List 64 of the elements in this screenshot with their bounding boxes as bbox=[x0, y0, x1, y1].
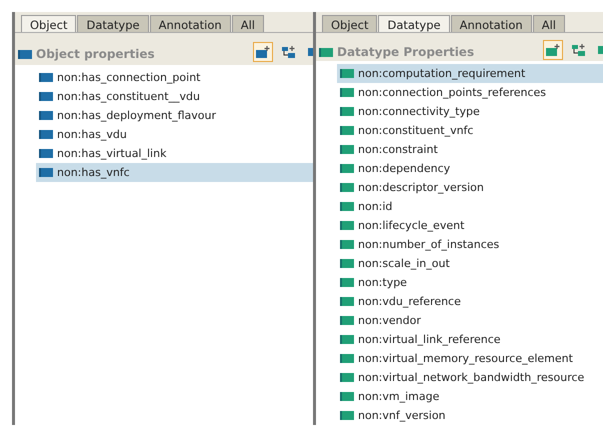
property-item[interactable]: non:virtual_network_bandwidth_resource bbox=[337, 368, 603, 387]
add-property-icon[interactable] bbox=[253, 42, 273, 62]
property-icon bbox=[18, 50, 32, 58]
property-icon bbox=[340, 354, 354, 363]
property-icon bbox=[39, 168, 53, 177]
property-item[interactable]: non:descriptor_version bbox=[337, 178, 603, 197]
tab[interactable]: Datatype bbox=[378, 15, 450, 32]
property-icon bbox=[340, 202, 354, 211]
property-item[interactable]: non:computation_requirement bbox=[337, 64, 603, 83]
property-item[interactable]: non:has_connection_point bbox=[36, 68, 313, 87]
property-icon bbox=[340, 69, 354, 78]
property-icon bbox=[340, 259, 354, 268]
tab[interactable]: Datatype bbox=[77, 15, 149, 32]
property-item[interactable]: non:type bbox=[337, 273, 603, 292]
property-item[interactable]: non:dependency bbox=[337, 159, 603, 178]
property-item[interactable]: non:has_deployment_flavour bbox=[36, 106, 313, 125]
property-item[interactable]: non:virtual_link_reference bbox=[337, 330, 603, 349]
property-item[interactable]: non:scale_in_out bbox=[337, 254, 603, 273]
property-icon bbox=[340, 335, 354, 344]
property-item[interactable]: non:lifecycle_event bbox=[337, 216, 603, 235]
panel-title: Datatype Properties bbox=[337, 45, 474, 59]
tab[interactable]: Object bbox=[21, 15, 76, 32]
property-icon bbox=[39, 73, 53, 82]
property-icon bbox=[340, 145, 354, 154]
property-item[interactable]: non:number_of_instances bbox=[337, 235, 603, 254]
tab[interactable]: Annotation bbox=[450, 15, 532, 32]
property-item[interactable]: non:vdu_reference bbox=[337, 292, 603, 311]
property-icon bbox=[340, 373, 354, 382]
property-icon bbox=[340, 221, 354, 230]
property-icon bbox=[340, 107, 354, 116]
property-item[interactable]: non:has_constituent__vdu bbox=[36, 87, 313, 106]
property-icon bbox=[39, 111, 53, 120]
property-icon bbox=[319, 48, 333, 56]
property-item[interactable]: non:has_virtual_link bbox=[36, 144, 313, 163]
panel-title: Object properties bbox=[36, 47, 155, 61]
property-item[interactable]: non:connection_points_references bbox=[337, 83, 603, 102]
property-icon bbox=[340, 392, 354, 401]
property-item[interactable]: non:has_vnfc bbox=[36, 163, 313, 182]
property-icon bbox=[340, 278, 354, 287]
property-item[interactable]: non:virtual_memory_resource_element bbox=[337, 349, 603, 368]
property-item[interactable]: non:constraint bbox=[337, 140, 603, 159]
property-icon bbox=[340, 297, 354, 306]
property-item[interactable]: non:has_vdu bbox=[36, 125, 313, 144]
property-icon bbox=[39, 149, 53, 158]
property-item[interactable]: non:vm_image bbox=[337, 387, 603, 406]
property-icon bbox=[340, 183, 354, 192]
tab[interactable]: Object bbox=[322, 15, 378, 32]
property-item[interactable]: non:constituent_vnfc bbox=[337, 121, 603, 140]
property-icon bbox=[340, 164, 354, 173]
property-icon bbox=[340, 411, 354, 420]
property-icon bbox=[340, 240, 354, 249]
property-icon bbox=[340, 316, 354, 325]
property-item[interactable]: non:vnf_version bbox=[337, 406, 603, 425]
add-property-icon[interactable] bbox=[543, 40, 563, 60]
tab[interactable]: All bbox=[232, 15, 264, 32]
property-item[interactable]: non:vendor bbox=[337, 311, 603, 330]
property-item[interactable]: non:id bbox=[337, 197, 603, 216]
property-icon bbox=[39, 130, 53, 139]
property-icon bbox=[340, 88, 354, 97]
property-icon bbox=[340, 126, 354, 135]
property-icon bbox=[39, 92, 53, 101]
tab[interactable]: Annotation bbox=[150, 15, 231, 32]
tab[interactable]: All bbox=[532, 15, 565, 32]
property-item[interactable]: non:connectivity_type bbox=[337, 102, 603, 121]
